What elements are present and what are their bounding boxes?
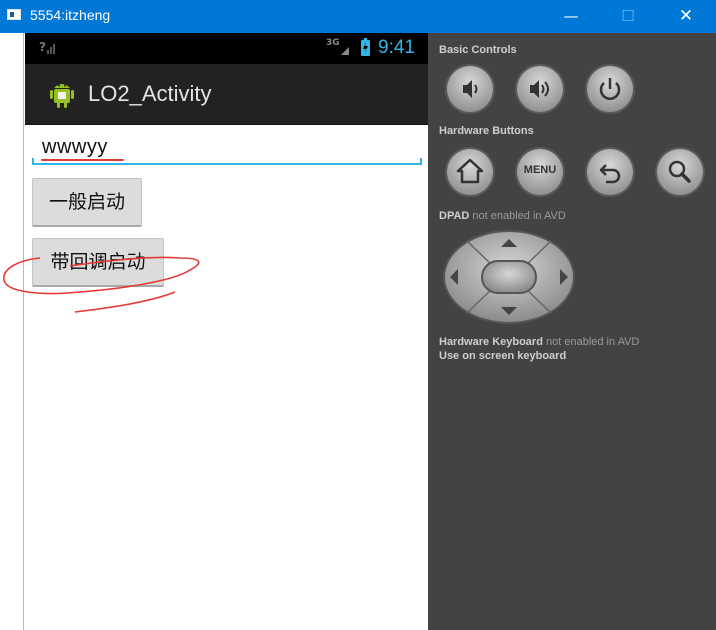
normal-start-button[interactable]: 一般启动 bbox=[32, 178, 142, 227]
action-bar: LO2_Activity bbox=[25, 64, 428, 125]
volume-up-icon bbox=[530, 80, 549, 98]
text-input-value[interactable]: wwwyy bbox=[42, 136, 108, 159]
volume-up-button[interactable] bbox=[517, 66, 563, 112]
window-frame-left bbox=[0, 33, 24, 630]
status-clock: 9:41 bbox=[378, 37, 415, 58]
text-input-underline bbox=[32, 158, 422, 165]
status-bar: ? 3G 9:41 bbox=[25, 33, 428, 64]
dpad-note: not enabled in AVD bbox=[472, 210, 566, 222]
volume-down-icon bbox=[463, 80, 478, 98]
power-button[interactable] bbox=[587, 66, 633, 112]
text-input[interactable]: wwwyy bbox=[32, 132, 422, 166]
menu-icon: MENU bbox=[523, 164, 557, 176]
search-button[interactable] bbox=[657, 149, 703, 195]
back-button[interactable] bbox=[587, 149, 633, 195]
window-title-bar: 5554:itzheng — ☐ ✕ bbox=[0, 0, 716, 33]
emulator-controls-panel: Basic Controls Hardware Buttons MENU DPA… bbox=[428, 33, 716, 630]
dpad-icon[interactable] bbox=[442, 229, 576, 325]
search-icon bbox=[668, 160, 691, 183]
spellcheck-underline bbox=[41, 159, 124, 161]
volume-down-button[interactable] bbox=[447, 66, 493, 112]
home-button[interactable] bbox=[447, 149, 493, 195]
back-icon bbox=[599, 164, 621, 184]
window-title: 5554:itzheng bbox=[30, 7, 111, 23]
hardware-keyboard-label: Hardware Keyboard not enabled in AVD bbox=[439, 336, 639, 348]
device-screen: ? 3G 9:41 LO2_Activity wwwyy 一般启动 带回调启动 bbox=[25, 33, 428, 630]
android-icon bbox=[50, 84, 74, 108]
keyboard-note: not enabled in AVD bbox=[546, 336, 640, 348]
home-icon bbox=[456, 158, 484, 184]
battery-icon bbox=[361, 38, 370, 56]
no-sim-signal-icon: ? bbox=[39, 40, 46, 54]
signal-bars-left-icon bbox=[47, 44, 55, 54]
keyboard-label-text: Hardware Keyboard bbox=[439, 336, 543, 348]
dpad-label-text: DPAD bbox=[439, 210, 470, 222]
onscreen-keyboard-label: Use on screen keyboard bbox=[439, 350, 567, 362]
power-icon bbox=[599, 78, 621, 100]
close-button[interactable]: ✕ bbox=[663, 0, 709, 33]
start-with-callback-button[interactable]: 带回调启动 bbox=[32, 238, 164, 287]
window-app-icon bbox=[7, 9, 21, 20]
network-type-label: 3G bbox=[326, 38, 340, 48]
menu-button[interactable]: MENU bbox=[517, 149, 563, 195]
basic-controls-label: Basic Controls bbox=[439, 44, 517, 56]
minimize-button[interactable]: — bbox=[548, 0, 594, 33]
signal-bars-icon bbox=[341, 47, 349, 55]
dpad-label: DPAD not enabled in AVD bbox=[439, 210, 566, 222]
hardware-buttons-label: Hardware Buttons bbox=[439, 125, 534, 137]
app-title: LO2_Activity bbox=[88, 81, 212, 106]
maximize-button[interactable]: ☐ bbox=[605, 0, 651, 33]
